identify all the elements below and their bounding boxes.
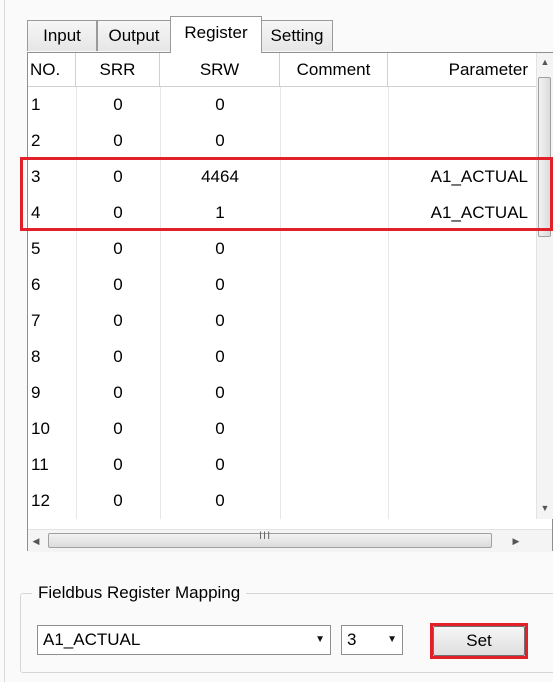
cell-comment[interactable] bbox=[280, 231, 388, 267]
cell-srr[interactable]: 0 bbox=[76, 339, 160, 375]
scroll-right-arrow-icon[interactable]: ▶ bbox=[508, 532, 524, 550]
table-row[interactable]: 2 0 0 bbox=[28, 123, 536, 159]
table-row[interactable]: 8 0 0 bbox=[28, 339, 536, 375]
cell-no: 11 bbox=[31, 455, 49, 474]
cell-parameter[interactable] bbox=[388, 375, 536, 411]
register-select[interactable]: 3 ▼ bbox=[341, 625, 403, 655]
cell-comment[interactable] bbox=[280, 447, 388, 483]
cell-parameter[interactable] bbox=[388, 447, 536, 483]
cell-parameter[interactable] bbox=[388, 303, 536, 339]
register-select-value: 3 bbox=[347, 630, 357, 649]
cell-no: 10 bbox=[31, 419, 50, 438]
cell-comment[interactable] bbox=[280, 375, 388, 411]
register-table: NO. SRR SRW Comment Parameter 1 0 0 2 0 … bbox=[27, 52, 553, 552]
table-row[interactable]: 9 0 0 bbox=[28, 375, 536, 411]
cell-comment[interactable] bbox=[280, 87, 388, 123]
table-row[interactable]: 6 0 0 bbox=[28, 267, 536, 303]
cell-srw[interactable]: 0 bbox=[160, 267, 280, 303]
cell-srr[interactable]: 0 bbox=[76, 375, 160, 411]
cell-srw[interactable]: 0 bbox=[160, 87, 280, 123]
cell-comment[interactable] bbox=[280, 267, 388, 303]
cell-no: 12 bbox=[31, 491, 50, 510]
cell-srw[interactable]: 0 bbox=[160, 123, 280, 159]
cell-srr[interactable]: 0 bbox=[76, 87, 160, 123]
scroll-up-arrow-icon[interactable]: ▲ bbox=[537, 53, 553, 71]
scroll-left-arrow-icon[interactable]: ◀ bbox=[28, 532, 44, 550]
cell-srw[interactable]: 0 bbox=[160, 375, 280, 411]
cell-comment[interactable] bbox=[280, 303, 388, 339]
cell-comment[interactable] bbox=[280, 123, 388, 159]
parameter-select[interactable]: A1_ACTUAL ▼ bbox=[37, 625, 331, 655]
cell-srr[interactable]: 0 bbox=[76, 231, 160, 267]
table-body: 1 0 0 2 0 0 3 0 4464 A1_ACTUAL 4 0 1 A1_… bbox=[28, 87, 536, 519]
table-row[interactable]: 11 0 0 bbox=[28, 447, 536, 483]
cell-srw[interactable]: 0 bbox=[160, 231, 280, 267]
column-header-no[interactable]: NO. bbox=[28, 53, 76, 87]
column-header-comment[interactable]: Comment bbox=[280, 53, 388, 87]
column-header-srw[interactable]: SRW bbox=[160, 53, 280, 87]
cell-no: 1 bbox=[31, 95, 41, 114]
cell-srr[interactable]: 0 bbox=[76, 411, 160, 447]
cell-no: 2 bbox=[31, 131, 41, 150]
cell-comment[interactable] bbox=[280, 483, 388, 519]
fieldbus-group-title: Fieldbus Register Mapping bbox=[32, 583, 247, 603]
cell-srw[interactable]: 0 bbox=[160, 339, 280, 375]
cell-parameter[interactable] bbox=[388, 411, 536, 447]
cell-srw[interactable]: 0 bbox=[160, 483, 280, 519]
panel-edge bbox=[4, 0, 5, 682]
table-row[interactable]: 5 0 0 bbox=[28, 231, 536, 267]
scroll-down-arrow-icon[interactable]: ▼ bbox=[537, 499, 553, 517]
cell-srr[interactable]: 0 bbox=[76, 303, 160, 339]
column-header-srr[interactable]: SRR bbox=[76, 53, 160, 87]
cell-no: 5 bbox=[31, 239, 41, 258]
table-row[interactable]: 7 0 0 bbox=[28, 303, 536, 339]
chevron-down-icon[interactable]: ▼ bbox=[315, 626, 325, 654]
cell-no: 9 bbox=[31, 383, 41, 402]
cell-no: 6 bbox=[31, 275, 41, 294]
cell-no: 8 bbox=[31, 347, 41, 366]
cell-no: 7 bbox=[31, 311, 41, 330]
cell-comment[interactable] bbox=[280, 339, 388, 375]
column-header-parameter[interactable]: Parameter bbox=[388, 53, 536, 87]
horizontal-scrollbar[interactable]: ◀ III ▶ bbox=[28, 529, 552, 552]
table-row[interactable]: 10 0 0 bbox=[28, 411, 536, 447]
cell-srr[interactable]: 0 bbox=[76, 123, 160, 159]
table-row[interactable]: 1 0 0 bbox=[28, 87, 536, 123]
cell-srw[interactable]: 0 bbox=[160, 303, 280, 339]
cell-comment[interactable] bbox=[280, 411, 388, 447]
horizontal-scroll-thumb[interactable]: III bbox=[48, 530, 492, 548]
cell-parameter[interactable] bbox=[388, 123, 536, 159]
cell-srw[interactable]: 0 bbox=[160, 411, 280, 447]
register-panel: Input Output Register Setting NO. SRR SR… bbox=[0, 0, 553, 682]
cell-parameter[interactable] bbox=[388, 87, 536, 123]
cell-srr[interactable]: 0 bbox=[76, 267, 160, 303]
tab-setting[interactable]: Setting bbox=[261, 20, 333, 51]
cell-srr[interactable]: 0 bbox=[76, 447, 160, 483]
table-row[interactable]: 12 0 0 bbox=[28, 483, 536, 519]
set-button[interactable]: Set bbox=[433, 626, 525, 656]
tab-register[interactable]: Register bbox=[170, 16, 262, 53]
cell-parameter[interactable] bbox=[388, 231, 536, 267]
tab-output[interactable]: Output bbox=[97, 20, 171, 51]
cell-srr[interactable]: 0 bbox=[76, 483, 160, 519]
scroll-grip: III bbox=[259, 530, 272, 542]
chevron-down-icon[interactable]: ▼ bbox=[387, 626, 397, 654]
parameter-select-value: A1_ACTUAL bbox=[43, 630, 141, 649]
vertical-scrollbar[interactable]: ▲ ▼ bbox=[536, 53, 553, 519]
cell-srw[interactable]: 0 bbox=[160, 447, 280, 483]
cell-parameter[interactable] bbox=[388, 483, 536, 519]
highlight-box bbox=[20, 157, 553, 231]
tab-input[interactable]: Input bbox=[27, 20, 97, 51]
cell-parameter[interactable] bbox=[388, 339, 536, 375]
cell-parameter[interactable] bbox=[388, 267, 536, 303]
table-header: NO. SRR SRW Comment Parameter bbox=[28, 53, 536, 87]
